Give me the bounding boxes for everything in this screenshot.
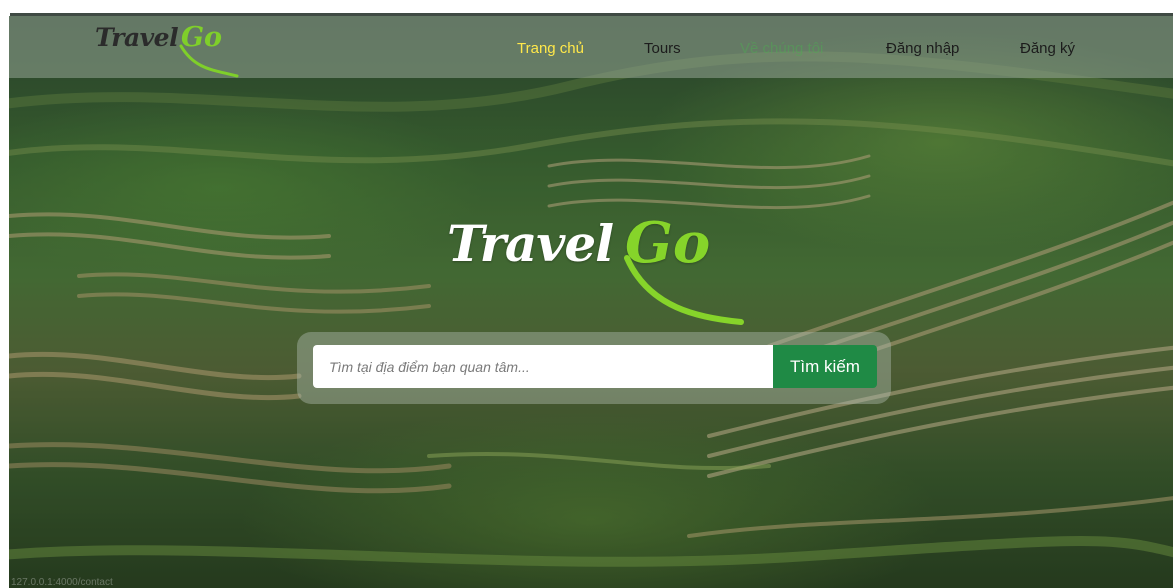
hero-section: Travel Go Trang chủ Tours Về chúng tôi Đ… (9, 16, 1173, 588)
brand-logo[interactable]: Travel Go (95, 20, 245, 78)
logo-word-travel: Travel (95, 23, 179, 52)
nav-item-tours[interactable]: Tours (644, 40, 681, 57)
hero-logo-word-travel: Travel (447, 214, 614, 273)
logo-swoosh-icon (179, 44, 239, 78)
nav-item-home[interactable]: Trang chủ (517, 40, 584, 57)
nav-item-about[interactable]: Về chúng tôi (740, 40, 823, 57)
search-input[interactable] (313, 345, 774, 388)
hero-logo-swoosh-icon (624, 255, 744, 325)
nav-item-register[interactable]: Đăng ký (1020, 40, 1075, 57)
window-left-border (0, 15, 9, 588)
status-bar-url: 127.0.0.1:4000/contact (11, 577, 113, 588)
search-panel: Tìm kiếm (297, 332, 891, 404)
top-navbar: Travel Go Trang chủ Tours Về chúng tôi Đ… (9, 16, 1173, 78)
hero-logo: Travel Go (439, 208, 759, 333)
search-button[interactable]: Tìm kiếm (773, 345, 877, 388)
nav-item-login[interactable]: Đăng nhập (886, 40, 959, 57)
window-top-border (0, 0, 1173, 16)
